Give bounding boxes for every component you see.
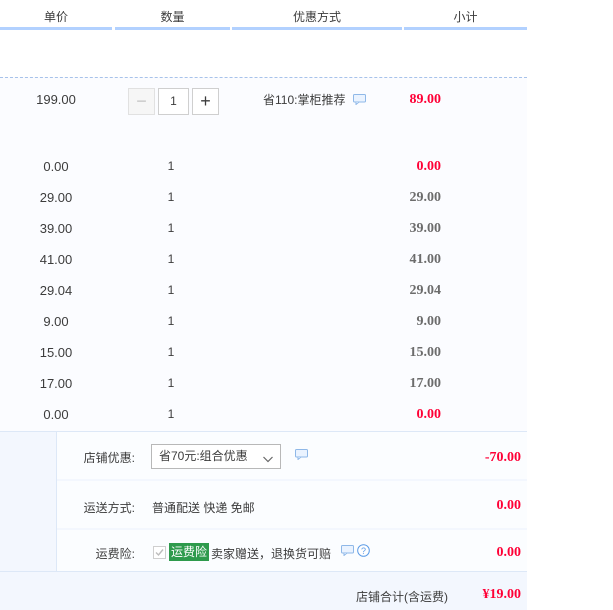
spacer: [0, 30, 527, 77]
table-row: 29.04 1 29.04: [0, 283, 527, 303]
item-price: 199.00: [36, 92, 76, 107]
item-price: 15.00: [39, 345, 73, 360]
chat-bubble-icon[interactable]: [352, 93, 366, 108]
insurance-text: 卖家赠送，退换货可赔: [211, 547, 332, 561]
shop-total-value: ¥19.00: [482, 587, 522, 602]
item-subtotal: 41.00: [409, 252, 442, 267]
shop-discount-row: 店铺优惠: 省70元:组合优惠 -70.00: [57, 432, 527, 479]
header-price: 单价: [43, 10, 68, 24]
item-qty: 1: [167, 314, 175, 328]
item-subtotal: 29.04: [409, 283, 442, 298]
discount-select-value: 省70元:组合优惠: [159, 449, 248, 463]
table-row: 41.00 1 41.00: [0, 252, 527, 272]
item-subtotal: 15.00: [409, 345, 442, 360]
shop-discount-amount: -70.00: [484, 450, 521, 465]
chat-bubble-icon[interactable]: [295, 449, 308, 463]
chevron-down-icon: [262, 450, 274, 473]
item-qty: 1: [167, 283, 175, 297]
item-qty: 1: [167, 221, 175, 235]
svg-text:?: ?: [361, 546, 366, 556]
chat-bubble-icon[interactable]: [341, 545, 354, 559]
item-subtotal: 39.00: [409, 221, 442, 236]
shipping-label: 运送方式:: [83, 501, 135, 515]
header-qty: 数量: [160, 10, 185, 24]
item-price: 0.00: [43, 159, 69, 174]
shop-summary: 店铺优惠: 省70元:组合优惠 -70.00 运送方式: 普通配送 快递 免邮 …: [0, 431, 527, 572]
item-qty: 1: [167, 407, 175, 421]
item-subtotal: 0.00: [416, 407, 442, 422]
item-price: 17.00: [39, 376, 73, 391]
item-price: 41.00: [39, 252, 73, 267]
increase-button[interactable]: +: [192, 88, 219, 115]
decrease-button[interactable]: −: [128, 88, 155, 115]
quantity-input[interactable]: 1: [158, 88, 189, 115]
item-qty: 1: [167, 252, 175, 266]
table-row: 0.00 1 0.00: [0, 407, 527, 427]
table-row: 17.00 1 17.00: [0, 376, 527, 396]
insurance-row: 运费险: 运费险 卖家赠送，退换货可赔 ? 0.00: [57, 530, 527, 572]
check-icon: [155, 549, 164, 557]
insurance-checkbox[interactable]: [153, 546, 166, 559]
item-subtotal: 17.00: [409, 376, 442, 391]
table-row: 39.00 1 39.00: [0, 221, 527, 241]
shop-total-bar: 店铺合计(含运费) ¥19.00: [0, 571, 527, 610]
shop-total-label: 店铺合计(含运费): [356, 590, 448, 604]
item-price: 29.04: [39, 283, 73, 298]
shipping-amount: 0.00: [496, 498, 522, 513]
table-header: 单价 数量 优惠方式 小计: [0, 0, 527, 30]
promo-info: 省110:掌柜推荐: [263, 91, 366, 108]
item-qty: 1: [167, 190, 175, 204]
insurance-label: 运费险:: [95, 547, 135, 561]
shipping-row: 运送方式: 普通配送 快递 免邮 0.00: [57, 481, 527, 528]
item-price: 39.00: [39, 221, 73, 236]
item-subtotal: 9.00: [416, 314, 442, 329]
item-qty: 1: [167, 159, 175, 173]
table-row: 29.00 1 29.00: [0, 190, 527, 210]
shop-discount-label: 店铺优惠:: [83, 451, 135, 465]
insurance-badge: 运费险: [169, 543, 210, 561]
table-row: 15.00 1 15.00: [0, 345, 527, 365]
quantity-stepper[interactable]: − 1 +: [128, 88, 220, 115]
header-subtotal: 小计: [453, 10, 478, 24]
item-price: 0.00: [43, 407, 69, 422]
table-row: 0.00 1 0.00: [0, 159, 527, 179]
item-price: 29.00: [39, 190, 73, 205]
shipping-method: 普通配送 快递 免邮: [152, 501, 255, 515]
item-subtotal: 0.00: [416, 159, 442, 174]
item-subtotal: 29.00: [409, 190, 442, 205]
promo-text: 省110:掌柜推荐: [263, 93, 346, 107]
discount-select[interactable]: 省70元:组合优惠: [151, 444, 281, 469]
insurance-amount: 0.00: [496, 545, 522, 560]
item-qty: 1: [167, 345, 175, 359]
item-qty: 1: [167, 376, 175, 390]
insurance-icons: ?: [341, 544, 371, 560]
header-discount: 优惠方式: [292, 10, 341, 24]
question-circle-icon[interactable]: ?: [357, 544, 371, 560]
item-subtotal: 89.00: [409, 92, 442, 107]
item-price: 9.00: [43, 314, 69, 329]
table-row: 9.00 1 9.00: [0, 314, 527, 334]
